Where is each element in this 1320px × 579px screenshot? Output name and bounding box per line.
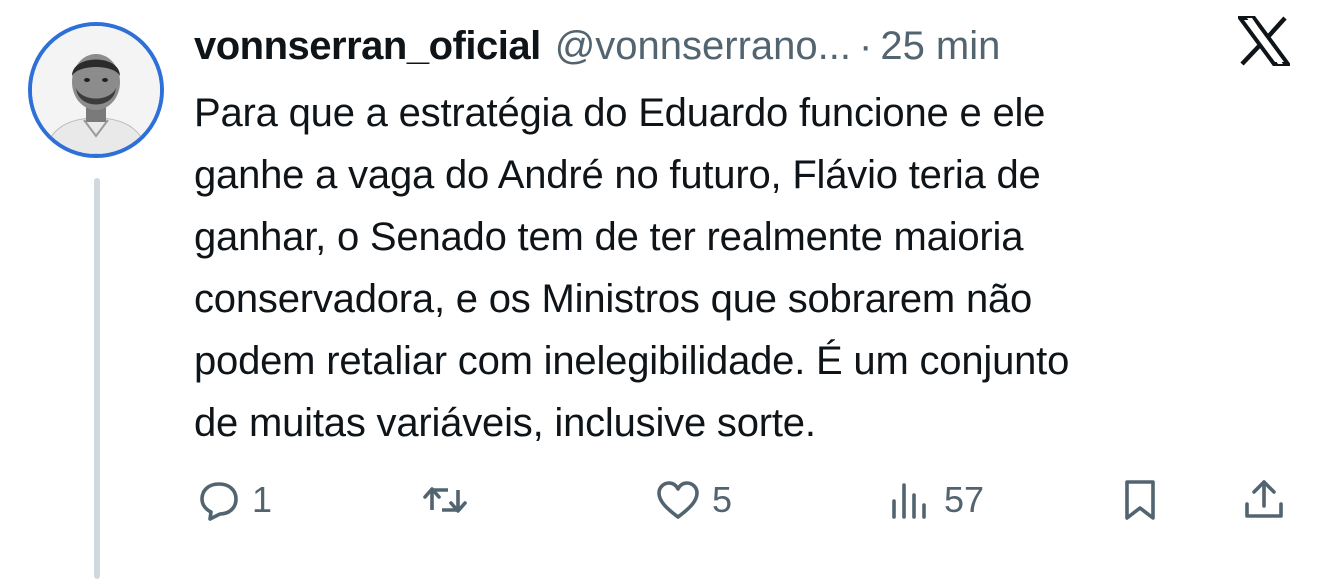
tweet-text: Para que a estratégia do Eduardo funcion…	[194, 91, 1070, 445]
thread-line	[94, 178, 100, 579]
like-button[interactable]: 5	[656, 470, 732, 530]
share-icon	[1242, 478, 1286, 522]
bookmark-button[interactable]	[1120, 470, 1160, 530]
views-count: 57	[944, 479, 985, 520]
reply-count: 1	[252, 479, 273, 520]
bookmark-icon	[1120, 478, 1160, 522]
separator-dot: ·	[859, 23, 873, 68]
reply-button[interactable]: 1	[198, 470, 272, 530]
retweet-button[interactable]	[422, 470, 480, 530]
user-handle[interactable]: @vonnserrano...	[555, 24, 851, 69]
display-name[interactable]: vonnserran_oficial	[194, 24, 541, 69]
x-logo-icon	[1236, 16, 1292, 66]
heart-icon	[656, 479, 700, 521]
like-count: 5	[712, 479, 733, 520]
avatar-photo	[32, 26, 160, 154]
avatar[interactable]	[28, 22, 164, 158]
reply-icon	[198, 479, 240, 521]
tweet-card: vonnserran_oficial @vonnserrano... · 25 …	[0, 0, 1320, 579]
share-button[interactable]	[1242, 470, 1286, 530]
views-icon	[888, 479, 932, 521]
avatar-column	[28, 22, 168, 158]
views-button[interactable]: 57	[888, 470, 984, 530]
action-bar: 1 5 57	[194, 470, 1294, 530]
retweet-icon	[422, 480, 468, 520]
tweet-header: vonnserran_oficial @vonnserrano... · 25 …	[194, 18, 1000, 74]
timestamp[interactable]: 25 min	[880, 24, 1000, 69]
